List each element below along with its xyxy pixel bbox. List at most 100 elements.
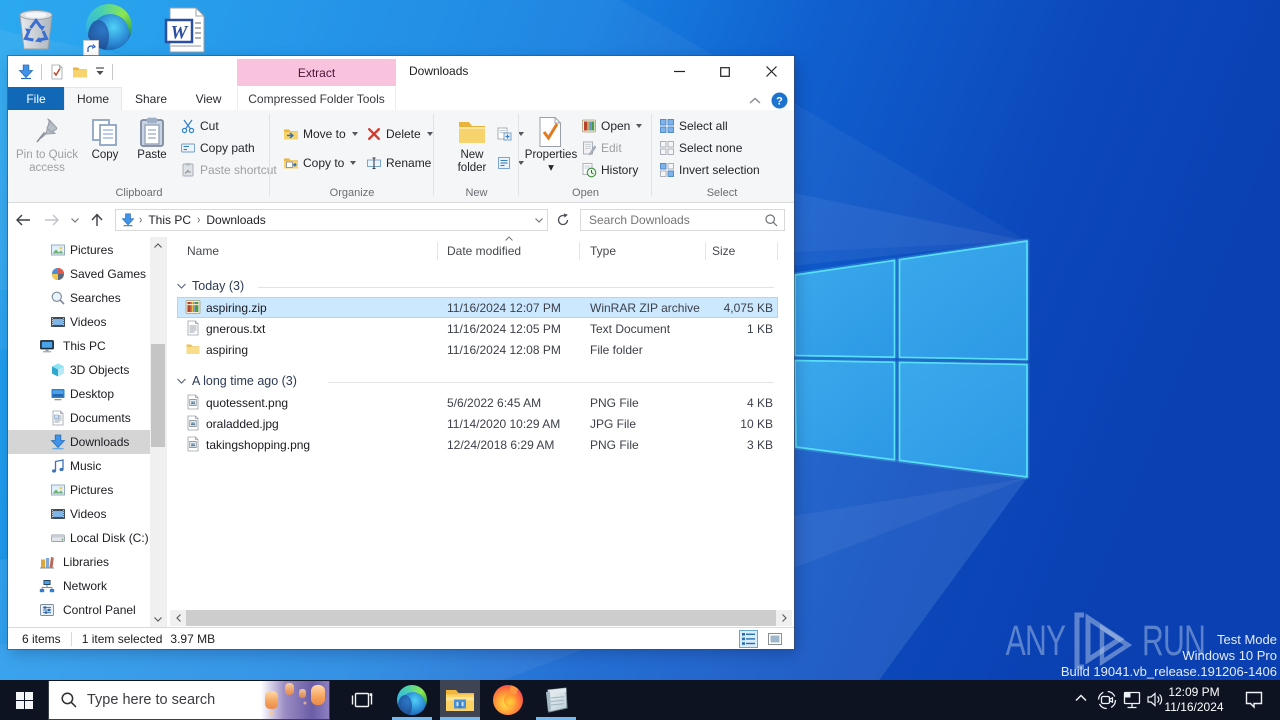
column-separator[interactable]: [777, 242, 778, 260]
file-row-quotessent-png[interactable]: quotessent.png 5/6/2022 6:45 AM PNG File…: [177, 392, 778, 413]
ribbon-button-copy-to[interactable]: Copy to: [283, 152, 357, 174]
pane-splitter[interactable]: [166, 237, 167, 627]
details-view-button[interactable]: [739, 630, 758, 648]
group-collapse-icon[interactable]: [177, 283, 186, 289]
ribbon-button-pin-to-quick-access[interactable]: Pin to Quick access: [14, 112, 80, 184]
scrollbar-thumb[interactable]: [186, 610, 776, 626]
sidebar-item-3d-objects[interactable]: 3D Objects: [8, 358, 150, 382]
search-input[interactable]: [581, 213, 765, 227]
sidebar-item-control-panel[interactable]: Control Panel: [8, 598, 150, 622]
search-icon[interactable]: [765, 213, 778, 227]
tray-chevron-icon[interactable]: [1075, 694, 1087, 702]
column-separator[interactable]: [705, 242, 706, 260]
sidebar-item-saved-games[interactable]: Saved Games: [8, 262, 150, 286]
qat-customize-icon[interactable]: [95, 67, 105, 76]
sidebar-item-videos[interactable]: Videos: [8, 310, 150, 334]
close-button[interactable]: [748, 56, 794, 87]
navigation-scrollbar[interactable]: [150, 237, 166, 627]
sidebar-item-downloads[interactable]: Downloads: [8, 430, 150, 454]
task-view-button[interactable]: [342, 680, 382, 720]
scroll-left-icon[interactable]: [170, 610, 186, 626]
file-row-aspiring[interactable]: aspiring 11/16/2024 12:08 PM File folder: [177, 339, 778, 360]
ribbon-button-open[interactable]: Open: [581, 115, 643, 137]
sidebar-item-local-disk-c-[interactable]: Local Disk (C:): [8, 526, 150, 550]
up-button[interactable]: [84, 213, 110, 227]
thumbnail-view-button[interactable]: [765, 630, 784, 648]
sidebar-item-documents[interactable]: Documents: [8, 406, 150, 430]
refresh-button[interactable]: [552, 209, 574, 231]
taskbar-app-firefox[interactable]: [488, 680, 528, 720]
desktop-icon-recycle-bin[interactable]: [12, 5, 60, 57]
column-header-type[interactable]: Type: [590, 240, 616, 262]
column-header-name[interactable]: Name: [187, 240, 219, 262]
tab-share[interactable]: Share: [122, 87, 180, 110]
sidebar-item-this-pc[interactable]: This PC: [8, 334, 150, 358]
minimize-button[interactable]: [656, 56, 702, 87]
ribbon-button-rename[interactable]: Rename: [366, 152, 431, 174]
ribbon-button-paste-shortcut[interactable]: Paste shortcut: [180, 159, 277, 181]
taskbar-clock[interactable]: 12:09 PM 11/16/2024: [1158, 685, 1230, 714]
search-highlight-image[interactable]: [261, 681, 329, 719]
breadcrumb-this-pc[interactable]: This PC: [146, 213, 193, 227]
ribbon-button-new-folder[interactable]: New folder: [446, 112, 498, 184]
file-row-takingshopping-png[interactable]: takingshopping.png 12/24/2018 6:29 AM PN…: [177, 434, 778, 455]
ribbon-button-history[interactable]: History: [581, 159, 638, 181]
column-header-size[interactable]: Size: [712, 240, 735, 262]
sidebar-item-pictures[interactable]: Pictures: [8, 478, 150, 502]
taskbar-app-notepad[interactable]: [536, 680, 576, 720]
column-header-date-modified[interactable]: Date modified: [447, 240, 521, 262]
forward-button[interactable]: [38, 214, 66, 226]
taskbar-app-file-explorer[interactable]: [440, 680, 480, 720]
address-dropdown-icon[interactable]: [528, 209, 550, 231]
group-collapse-icon[interactable]: [177, 378, 186, 384]
tray-network-icon[interactable]: [1122, 691, 1142, 709]
taskbar-app-microsoft-edge[interactable]: [392, 680, 432, 720]
column-separator[interactable]: [437, 242, 438, 260]
address-bar[interactable]: › This PC › Downloads: [115, 209, 548, 231]
back-button[interactable]: [8, 214, 38, 226]
file-group-header[interactable]: Today (3): [177, 262, 778, 297]
sidebar-item-libraries[interactable]: Libraries: [8, 550, 150, 574]
file-row-gnerous-txt[interactable]: gnerous.txt 11/16/2024 12:05 PM Text Doc…: [177, 318, 778, 339]
ribbon-button-select-all[interactable]: Select all: [659, 115, 728, 137]
minimize-ribbon-icon[interactable]: [749, 97, 761, 105]
file-row-oraladded-jpg[interactable]: oraladded.jpg 11/14/2020 10:29 AM JPG Fi…: [177, 413, 778, 434]
desktop-icon-edge[interactable]: [84, 4, 134, 56]
ribbon-button-select-none[interactable]: Select none: [659, 137, 742, 159]
ribbon-button-delete[interactable]: Delete: [366, 123, 433, 145]
ribbon-button-invert-selection[interactable]: Invert selection: [659, 159, 760, 181]
sidebar-item-pictures[interactable]: Pictures: [8, 238, 150, 262]
search-box[interactable]: [580, 209, 785, 231]
ribbon-button-properties-[interactable]: Properties ▾: [523, 112, 579, 184]
file-row-aspiring-zip[interactable]: aspiring.zip 11/16/2024 12:07 PM WinRAR …: [177, 297, 778, 318]
taskbar-search[interactable]: Type here to search: [48, 681, 330, 720]
sidebar-item-searches[interactable]: Searches: [8, 286, 150, 310]
ribbon-button-edit[interactable]: Edit: [581, 137, 622, 159]
ribbon-button-paste[interactable]: Paste: [130, 112, 174, 184]
sidebar-item-videos[interactable]: Videos: [8, 502, 150, 526]
horizontal-scrollbar[interactable]: [170, 610, 792, 626]
qat-new-folder-icon[interactable]: [72, 64, 88, 80]
column-separator[interactable]: [579, 242, 580, 260]
maximize-button[interactable]: [702, 56, 748, 87]
recent-locations-icon[interactable]: [66, 217, 84, 223]
ribbon-button-copy[interactable]: Copy: [80, 112, 130, 184]
sidebar-item-music[interactable]: Music: [8, 454, 150, 478]
scroll-right-icon[interactable]: [776, 610, 792, 626]
ribbon-button-cut[interactable]: Cut: [180, 115, 219, 137]
sidebar-item-network[interactable]: Network: [8, 574, 150, 598]
scroll-down-icon[interactable]: [150, 611, 166, 627]
action-center-icon[interactable]: [1244, 691, 1264, 709]
scrollbar-thumb[interactable]: [151, 344, 165, 447]
tab-home[interactable]: Home: [64, 87, 122, 110]
sidebar-item-desktop[interactable]: Desktop: [8, 382, 150, 406]
file-group-header[interactable]: A long time ago (3): [177, 360, 778, 392]
ribbon-button-move-to[interactable]: Move to: [283, 123, 358, 145]
sort-ascending-icon[interactable]: [505, 236, 513, 241]
help-icon[interactable]: ?: [771, 92, 788, 109]
tab-file[interactable]: File: [8, 87, 64, 110]
start-button[interactable]: [0, 680, 48, 720]
tab-view[interactable]: View: [180, 87, 237, 110]
breadcrumb-downloads[interactable]: Downloads: [204, 213, 267, 227]
tray-recording-icon[interactable]: [1097, 690, 1117, 710]
